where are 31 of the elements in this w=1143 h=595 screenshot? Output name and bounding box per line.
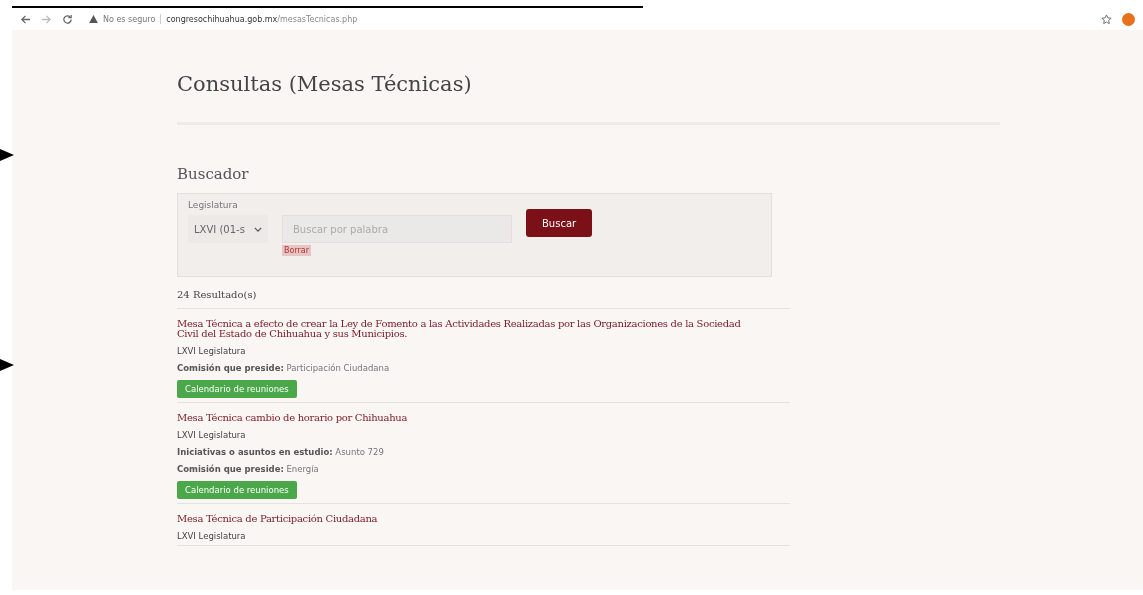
search-heading: Buscador bbox=[177, 165, 250, 183]
legislature-text: LXVI Legislatura bbox=[177, 346, 247, 356]
reload-icon[interactable] bbox=[62, 13, 73, 25]
legislature-text: LXVI Legislatura bbox=[177, 531, 247, 541]
results-count: 24 Resultado(s) bbox=[177, 289, 790, 309]
profile-avatar[interactable] bbox=[1122, 12, 1135, 26]
field-label: Comisión que preside: bbox=[177, 363, 284, 373]
warning-icon bbox=[89, 15, 98, 23]
search-field[interactable]: Buscar por palabra bbox=[282, 215, 512, 243]
clear-button[interactable]: Borrar bbox=[282, 245, 311, 256]
back-icon[interactable] bbox=[20, 13, 31, 25]
search-button[interactable]: Buscar bbox=[526, 209, 593, 237]
field-value: Energía bbox=[286, 464, 319, 474]
result-title-link[interactable]: Mesa Técnica a efecto de crear la Ley de Fomento a las Actividades Realizadas por las Organizaciones de la Sociedad Civil del Estado de Chihuahua y sus Municipios. bbox=[177, 319, 757, 339]
url-text: congresochihuahua.gob.mx/mesasTecnicas.php bbox=[166, 14, 358, 24]
pointer-arrow-icon bbox=[0, 359, 14, 371]
security-label: No es seguro bbox=[103, 14, 156, 24]
field-value: Asunto 729 bbox=[335, 447, 384, 457]
field-label: Iniciativas o asuntos en estudio: bbox=[177, 447, 333, 457]
field-value: Participación Ciudadana bbox=[286, 363, 390, 373]
pointer-arrow-icon bbox=[0, 149, 14, 161]
star-icon[interactable] bbox=[1101, 13, 1112, 25]
field-label: Comisión que preside: bbox=[177, 464, 284, 474]
legislatura-dropdown[interactable]: LXVI (01-s bbox=[188, 215, 268, 243]
result-title-link[interactable]: Mesa Técnica cambio de horario por Chihuahua bbox=[177, 413, 757, 423]
legislatura-label: Legislatura bbox=[188, 200, 239, 210]
result-title-link[interactable]: Mesa Técnica de Participación Ciudadana bbox=[177, 514, 757, 524]
legislature-text: LXVI Legislatura bbox=[177, 430, 247, 440]
page-title: Consultas (Mesas Técnicas) bbox=[177, 72, 473, 96]
address-bar[interactable]: No es seguro congresochihuahua.gob.mx/mesasTecnicas.php bbox=[83, 10, 1091, 28]
chevron-icon bbox=[254, 226, 262, 232]
